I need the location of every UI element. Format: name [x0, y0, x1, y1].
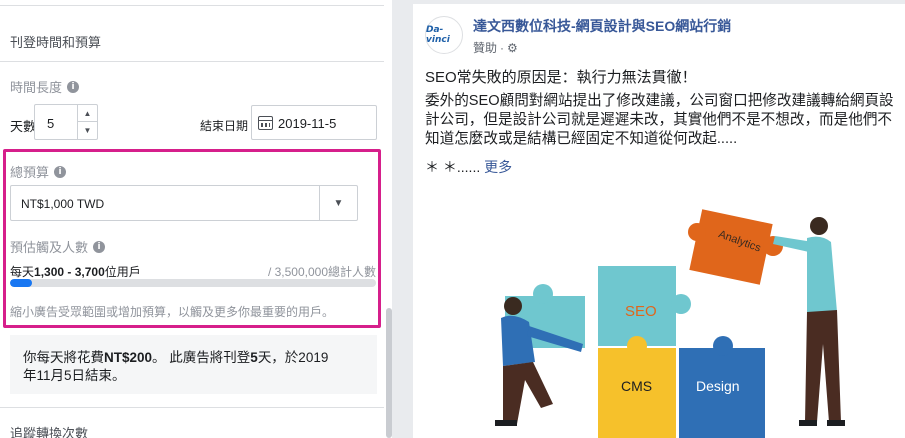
- budget-label-row: 總預算 i: [10, 162, 67, 181]
- reach-label: 預估觸及人數: [10, 240, 89, 255]
- see-more-prefix: ＊ ＊......: [425, 159, 481, 175]
- panel-top-edge: [0, 0, 384, 6]
- cms-puzzle-piece: CMS: [598, 336, 676, 438]
- summary-text-2: 。 此廣告將刊登: [152, 350, 251, 365]
- budget-select[interactable]: NT$1,000 TWD ▼: [10, 185, 358, 221]
- reach-bar: [10, 279, 376, 287]
- daily-reach-range: 1,300 - 3,700: [34, 265, 105, 279]
- chevron-down-icon[interactable]: ▼: [319, 186, 357, 220]
- end-date-value: 2019-11-5: [278, 116, 337, 131]
- daily-reach: 每天1,300 - 3,700位用戶: [10, 263, 141, 280]
- summary-amount: NT$200: [104, 350, 153, 365]
- avatar[interactable]: Da-vinci: [425, 16, 463, 54]
- design-label: Design: [696, 378, 740, 394]
- end-date-label: 結束日期: [200, 119, 249, 133]
- page-name-link[interactable]: 達文西數位科技-網頁設計與SEO網站行銷: [473, 16, 731, 36]
- reach-label-row: 預估觸及人數 i: [10, 237, 106, 256]
- daily-reach-suffix: 位用戶: [104, 265, 141, 279]
- calendar-icon[interactable]: [258, 116, 273, 130]
- tracking-title: 追蹤轉換次數: [10, 426, 89, 438]
- days-label: 天數: [10, 119, 37, 134]
- daily-reach-prefix: 每天: [10, 265, 35, 279]
- info-icon[interactable]: i: [67, 80, 80, 93]
- sponsored-row: 贊助 · ⚙: [473, 40, 518, 56]
- spend-summary: 你每天將花費NT$200。 此廣告將刊登5天，於2019 年11月5日結束。: [10, 335, 377, 394]
- see-more-link[interactable]: 更多: [484, 159, 512, 175]
- summary-line-1: 你每天將花費NT$200。 此廣告將刊登5天，於2019: [23, 346, 328, 366]
- see-more: ＊ ＊...... 更多: [425, 157, 512, 177]
- ad-preview-card: Da-vinci 達文西數位科技-網頁設計與SEO網站行銷 贊助 · ⚙ SEO常失…: [413, 4, 905, 438]
- end-date-field[interactable]: 2019-11-5: [251, 105, 377, 140]
- gear-icon[interactable]: ⚙: [507, 41, 518, 55]
- analytics-puzzle-piece: Analytics: [688, 209, 783, 285]
- days-stepper[interactable]: 5 ▲ ▼: [34, 104, 98, 140]
- reach-bar-fill: [10, 279, 32, 287]
- design-puzzle-piece: Design: [679, 336, 765, 438]
- cms-label: CMS: [621, 378, 652, 394]
- summary-text-3: 天，於2019: [257, 350, 329, 365]
- seo-puzzle-piece: SEO: [598, 266, 691, 346]
- total-reach: / 3,500,000總計人數: [267, 265, 376, 279]
- standing-person-figure: [773, 217, 845, 426]
- days-value[interactable]: 5: [47, 116, 54, 131]
- summary-line-2: 年11月5日結束。: [23, 368, 126, 383]
- budget-label: 總預算: [10, 165, 50, 180]
- info-icon[interactable]: i: [54, 165, 67, 178]
- budget-schedule-panel: 刊登時間和預算 時間長度 i 天數 5 ▲ ▼ 結束日期 2019-11-5 總…: [0, 0, 392, 438]
- ad-body: 委外的SEO顧問對網站提出了修改建議，公司窗口把修改建議轉給網頁設計公司，但是設…: [425, 93, 894, 147]
- section-title: 刊登時間和預算: [0, 18, 384, 62]
- budget-value: NT$1,000 TWD: [21, 197, 105, 211]
- avatar-text: Da-vinci: [426, 25, 450, 45]
- duration-label-row: 時間長度 i: [10, 77, 80, 96]
- ad-headline: SEO常失敗的原因是：執行力無法貫徹！: [425, 69, 697, 86]
- reach-hint: 縮小廣告受眾範圍或增加預算，以觸及更多你最重要的用戶。: [10, 305, 335, 319]
- summary-text-1: 你每天將花費: [23, 350, 104, 365]
- stepper-arrows: ▲ ▼: [77, 105, 97, 139]
- increment-arrow-icon[interactable]: ▲: [78, 105, 97, 122]
- decrement-arrow-icon[interactable]: ▼: [78, 122, 97, 139]
- puzzle-illustration: Analytics SEO CMS Design: [495, 209, 845, 438]
- scrollbar[interactable]: [386, 308, 392, 438]
- seo-label: SEO: [625, 303, 657, 320]
- section-divider: [0, 407, 384, 408]
- duration-label: 時間長度: [10, 80, 63, 95]
- info-icon[interactable]: i: [93, 240, 106, 253]
- sponsored-label: 贊助: [473, 41, 498, 55]
- summary-days: 5: [250, 350, 258, 365]
